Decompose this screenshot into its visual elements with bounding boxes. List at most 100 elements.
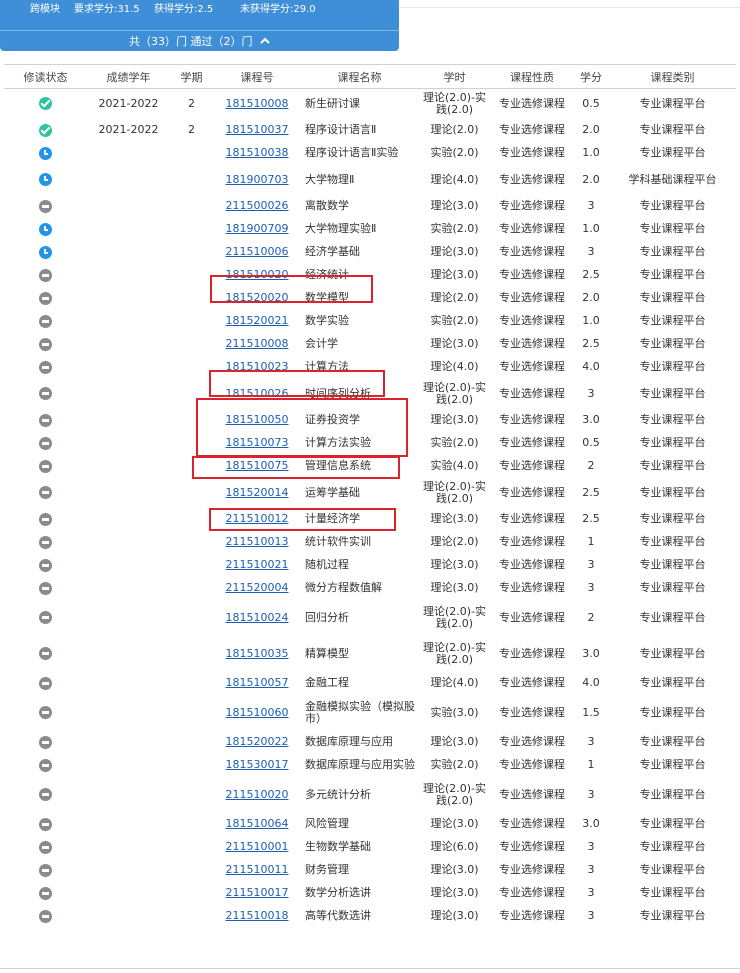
- status-cell: [4, 754, 87, 777]
- status-cell: [4, 379, 87, 409]
- minus-circle-icon: [39, 413, 52, 427]
- year-cell: [87, 695, 170, 731]
- hours-cell: 理论(2.0)-实践(2.0): [422, 604, 487, 630]
- name-cell: 风险管理: [305, 817, 349, 830]
- credit-cell: 3.0: [582, 646, 600, 660]
- credit-cell: 1.0: [582, 222, 600, 235]
- module-summary-panel: 跨模块 要求学分:31.5 获得学分:2.5 未获得学分:29.0 共（33）门…: [0, 0, 399, 51]
- course-code-link[interactable]: 211520004: [226, 581, 289, 594]
- status-cell: [4, 672, 87, 695]
- category-cell: 专业课程平台: [639, 436, 706, 449]
- course-code-link[interactable]: 181510037: [226, 123, 289, 136]
- hours-cell: 实验(3.0): [430, 705, 479, 719]
- code-cell: 181510075: [213, 455, 301, 478]
- course-code-link[interactable]: 181510060: [226, 706, 289, 719]
- term-cell: [170, 636, 213, 672]
- name-cell: 计算方法实验: [305, 436, 371, 449]
- code-cell: 211510006: [213, 241, 301, 264]
- check-circle-icon: [39, 97, 52, 111]
- col-header-name[interactable]: 课程名称: [301, 64, 418, 89]
- code-cell: 181520021: [213, 310, 301, 333]
- course-code-link[interactable]: 211510006: [226, 245, 289, 258]
- course-code-link[interactable]: 211510012: [226, 512, 289, 525]
- category-cell: 专业课程平台: [639, 123, 706, 136]
- minus-circle-icon: [39, 512, 52, 526]
- course-code-link[interactable]: 211510011: [226, 863, 289, 876]
- course-code-link[interactable]: 211510020: [226, 788, 289, 801]
- course-code-link[interactable]: 211510001: [226, 840, 289, 853]
- year-cell: [87, 777, 170, 813]
- course-code-link[interactable]: 181510024: [226, 611, 289, 624]
- col-header-hours[interactable]: 学时: [418, 64, 491, 89]
- category-cell: 专业课程平台: [639, 199, 706, 212]
- course-code-link[interactable]: 181520021: [226, 314, 289, 327]
- code-cell: 211510001: [213, 836, 301, 859]
- course-code-link[interactable]: 211510008: [226, 337, 289, 350]
- course-code-link[interactable]: 181510057: [226, 676, 289, 689]
- term-cell: [170, 882, 213, 905]
- course-code-link[interactable]: 181510050: [226, 413, 289, 426]
- nature-cell: 专业选修课程: [499, 787, 565, 801]
- course-code-link[interactable]: 211510013: [226, 535, 289, 548]
- course-code-link[interactable]: 211500026: [226, 199, 289, 212]
- nature-cell: 专业选修课程: [499, 268, 565, 281]
- course-code-link[interactable]: 181510064: [226, 817, 289, 830]
- col-header-category[interactable]: 课程类别: [609, 64, 736, 89]
- term-cell: [170, 241, 213, 264]
- status-cell: [4, 356, 87, 379]
- clock-icon: [39, 173, 52, 186]
- minus-circle-icon: [39, 314, 52, 328]
- course-code-link[interactable]: 181900703: [226, 173, 289, 186]
- term-cell: [170, 432, 213, 455]
- status-cell: [4, 310, 87, 333]
- course-code-link[interactable]: 211510017: [226, 886, 289, 899]
- col-header-year[interactable]: 成绩学年: [87, 64, 170, 89]
- status-cell: [4, 165, 87, 195]
- course-code-link[interactable]: 181520020: [226, 291, 289, 304]
- col-header-term[interactable]: 学期: [170, 64, 213, 89]
- course-code-link[interactable]: 181520014: [226, 486, 289, 499]
- name-cell: 管理信息系统: [305, 459, 371, 472]
- course-code-link[interactable]: 181510008: [226, 97, 289, 110]
- col-header-nature[interactable]: 课程性质: [491, 64, 573, 89]
- required-credits: 要求学分:31.5: [74, 4, 140, 15]
- course-code-link[interactable]: 181510023: [226, 360, 289, 373]
- term-cell: [170, 813, 213, 836]
- course-code-link[interactable]: 181510075: [226, 459, 289, 472]
- minus-circle-icon: [39, 817, 52, 831]
- col-header-status[interactable]: 修读状态: [4, 64, 87, 89]
- table-row: 181530017 数据库原理与应用实验 实验(2.0) 专业选修课程 1 专业课程平台: [4, 754, 736, 777]
- hours-cell: 理论(3.0): [430, 909, 479, 922]
- name-cell: 数学分析选讲: [305, 886, 371, 899]
- status-cell: [4, 241, 87, 264]
- category-cell: 专业课程平台: [639, 413, 706, 426]
- course-code-link[interactable]: 181510038: [226, 146, 289, 159]
- year-cell: [87, 636, 170, 672]
- year-cell: [87, 333, 170, 356]
- table-row: 181900703 大学物理Ⅱ 理论(4.0) 专业选修课程 2.0 学科基础课程平台: [4, 165, 736, 195]
- hours-cell: 理论(4.0): [430, 172, 479, 186]
- course-code-link[interactable]: 211510018: [226, 909, 289, 922]
- course-code-link[interactable]: 211510021: [226, 558, 289, 571]
- credit-cell: 1: [587, 758, 595, 771]
- credit-cell: 2.0: [582, 172, 600, 186]
- status-cell: [4, 600, 87, 636]
- course-code-link[interactable]: 181510026: [226, 387, 289, 400]
- course-code-link[interactable]: 181510073: [226, 436, 289, 449]
- term-cell: [170, 600, 213, 636]
- credit-cell: 4.0: [582, 360, 600, 373]
- course-code-link[interactable]: 181510020: [226, 268, 289, 281]
- col-header-code[interactable]: 课程号: [213, 64, 301, 89]
- col-header-credit[interactable]: 学分: [573, 64, 609, 89]
- status-cell: [4, 859, 87, 882]
- course-code-link[interactable]: 181530017: [226, 758, 289, 771]
- collapse-toggle[interactable]: 共（33）门 通过（2）门: [0, 32, 399, 51]
- credit-cell: 1.0: [582, 314, 600, 327]
- course-code-link[interactable]: 181900709: [226, 222, 289, 235]
- name-cell: 离散数学: [305, 199, 349, 212]
- course-code-link[interactable]: 181520022: [226, 735, 289, 748]
- course-code-link[interactable]: 181510035: [226, 647, 289, 660]
- credit-cell: 3: [587, 787, 595, 801]
- status-cell: [4, 731, 87, 754]
- term-cell: [170, 836, 213, 859]
